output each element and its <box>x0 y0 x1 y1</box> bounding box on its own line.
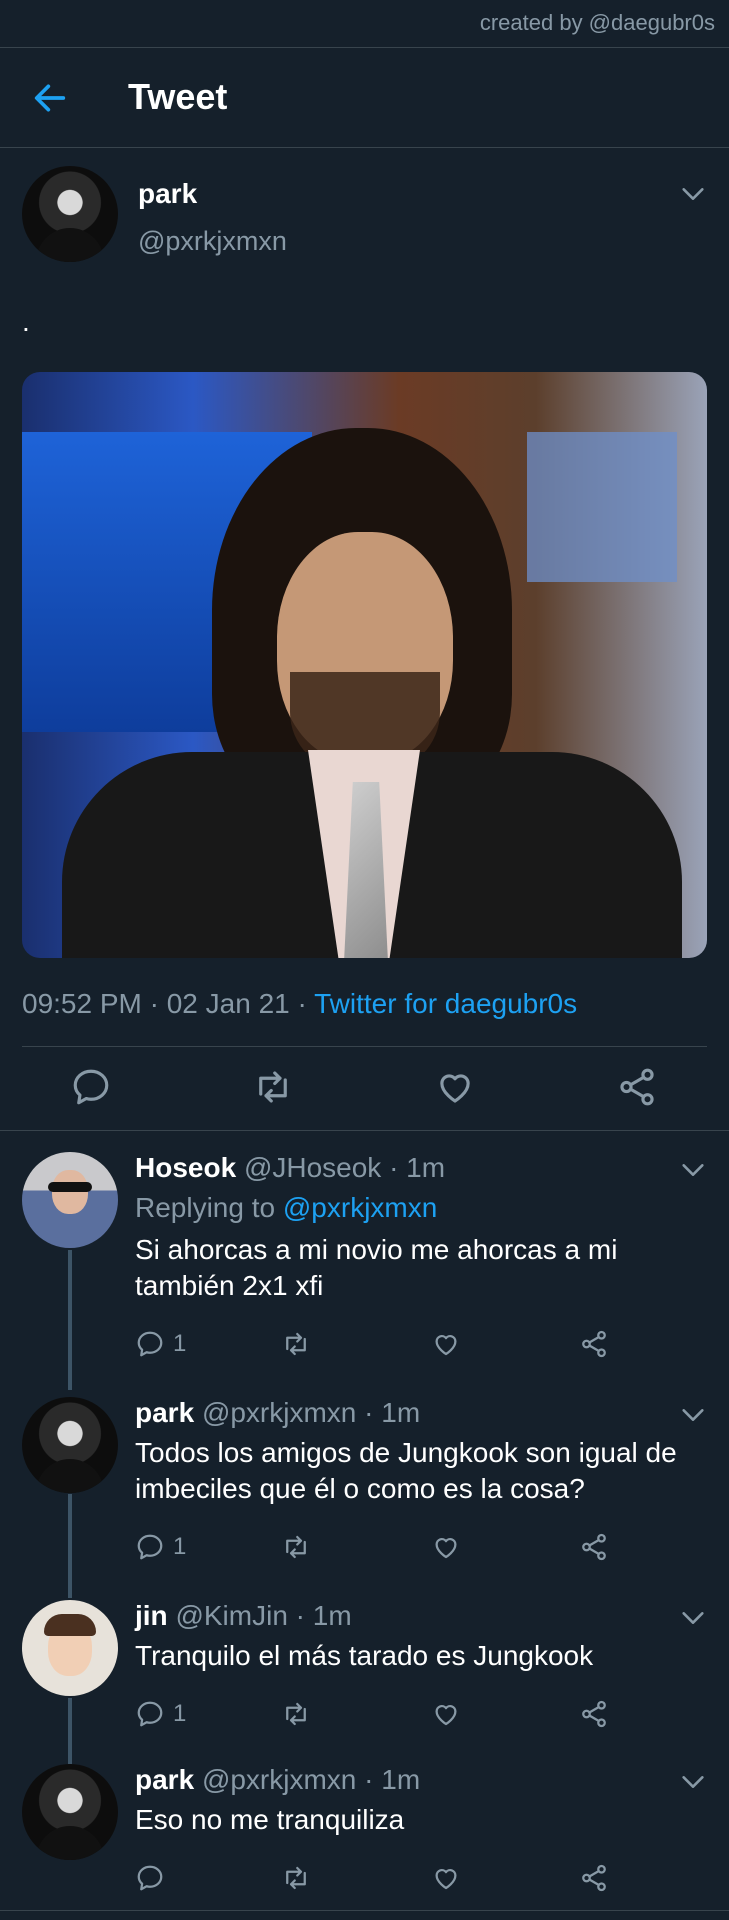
back-arrow-icon[interactable] <box>30 78 70 118</box>
retweet-button[interactable] <box>281 1326 311 1362</box>
tweet-photo[interactable] <box>22 372 707 958</box>
reply-text: Tranquilo el más tarado es Jungkook <box>135 1640 594 1671</box>
reply-button[interactable]: 1 <box>135 1326 186 1362</box>
avatar[interactable] <box>22 1764 118 1860</box>
reply-header: Hoseok @JHoseok · 1m <box>135 1152 445 1184</box>
chevron-down-icon[interactable] <box>679 1772 707 1792</box>
reply-button[interactable]: 1 <box>135 1696 186 1732</box>
reply-actions: 1 <box>135 1326 689 1366</box>
author-name[interactable]: park <box>138 178 197 210</box>
avatar[interactable] <box>22 166 118 262</box>
divider <box>0 1130 729 1131</box>
like-icon <box>431 1329 461 1359</box>
reply-author-name[interactable]: park <box>135 1764 194 1795</box>
tweet-timestamp: 09:52 PM · 02 Jan 21 · <box>22 988 315 1019</box>
reply-handle: @KimJin · 1m <box>175 1600 352 1631</box>
reply-handle: @pxrkjxmxn · 1m <box>201 1764 421 1795</box>
share-icon <box>579 1329 609 1359</box>
retweet-icon <box>281 1329 311 1359</box>
like-button[interactable] <box>431 1326 461 1362</box>
share-button[interactable] <box>579 1326 609 1362</box>
avatar[interactable] <box>22 1397 118 1493</box>
replying-label: Replying to <box>135 1192 283 1223</box>
reply-count: 1 <box>173 1700 187 1727</box>
reply-header: park @pxrkjxmxn · 1m <box>135 1397 420 1429</box>
share-icon[interactable] <box>616 1066 658 1108</box>
reply-author-name[interactable]: Hoseok <box>135 1152 236 1183</box>
page-title: Tweet <box>128 76 228 117</box>
reply-tweet[interactable]: park @pxrkjxmxn · 1m Eso no me tranquili… <box>0 1764 729 1894</box>
reply-icon <box>135 1863 165 1893</box>
retweet-button[interactable] <box>281 1696 311 1732</box>
reply-button[interactable]: 1 <box>135 1529 186 1565</box>
retweet-icon <box>281 1699 311 1729</box>
share-button[interactable] <box>579 1696 609 1732</box>
reply-actions <box>135 1860 689 1900</box>
retweet-button[interactable] <box>281 1529 311 1565</box>
reply-handle: @JHoseok · 1m <box>243 1152 446 1183</box>
replying-to: Replying to @pxrkjxmxn <box>135 1192 437 1224</box>
like-icon[interactable] <box>434 1066 476 1108</box>
retweet-icon <box>281 1863 311 1893</box>
like-icon <box>431 1863 461 1893</box>
chevron-down-icon[interactable] <box>679 184 707 204</box>
reply-text: Si ahorcas a mi novio me ahorcas a mi ta… <box>135 1234 618 1301</box>
like-icon <box>431 1532 461 1562</box>
tweet-author: park @pxrkjxmxn <box>0 148 729 278</box>
tweet-text: . <box>22 306 30 337</box>
retweet-icon <box>281 1532 311 1562</box>
chevron-down-icon[interactable] <box>679 1405 707 1425</box>
reply-icon[interactable] <box>70 1066 112 1108</box>
tweet-source-link[interactable]: Twitter for daegubr0s <box>314 988 577 1019</box>
divider <box>22 1046 707 1047</box>
chevron-down-icon[interactable] <box>679 1160 707 1180</box>
reply-text: Eso no me tranquiliza <box>135 1804 405 1835</box>
chevron-down-icon[interactable] <box>679 1608 707 1628</box>
reply-tweet[interactable]: jin @KimJin · 1m Tranquilo el más tarado… <box>0 1600 729 1730</box>
like-button[interactable] <box>431 1696 461 1732</box>
reply-icon <box>135 1699 165 1729</box>
reply-icon <box>135 1532 165 1562</box>
tweet-meta: 09:52 PM · 02 Jan 21 · Twitter for daegu… <box>22 988 577 1020</box>
share-icon <box>579 1863 609 1893</box>
author-handle[interactable]: @pxrkjxmxn <box>138 226 287 257</box>
share-icon <box>579 1532 609 1562</box>
tweet-actions <box>0 1048 729 1130</box>
reply-count: 1 <box>173 1533 187 1560</box>
reply-header: jin @KimJin · 1m <box>135 1600 352 1632</box>
reply-handle: @pxrkjxmxn · 1m <box>201 1397 421 1428</box>
top-bar: Tweet <box>0 48 729 148</box>
watermark: created by @daegubr0s <box>479 10 715 35</box>
reply-text: Todos los amigos de Jungkook son igual d… <box>135 1437 677 1504</box>
reply-actions: 1 <box>135 1696 689 1736</box>
like-icon <box>431 1699 461 1729</box>
reply-author-name[interactable]: jin <box>135 1600 168 1631</box>
like-button[interactable] <box>431 1860 461 1896</box>
reply-count: 1 <box>173 1330 187 1357</box>
reply-button[interactable] <box>135 1860 173 1896</box>
reply-author-name[interactable]: park <box>135 1397 194 1428</box>
reply-actions: 1 <box>135 1529 689 1569</box>
retweet-button[interactable] <box>281 1860 311 1896</box>
share-button[interactable] <box>579 1529 609 1565</box>
share-button[interactable] <box>579 1860 609 1896</box>
avatar[interactable] <box>22 1152 118 1248</box>
reply-tweet[interactable]: Hoseok @JHoseok · 1m Replying to @pxrkjx… <box>0 1152 729 1362</box>
reply-header: park @pxrkjxmxn · 1m <box>135 1764 420 1796</box>
retweet-icon[interactable] <box>252 1066 294 1108</box>
mention-link[interactable]: @pxrkjxmxn <box>283 1192 437 1223</box>
divider <box>0 1910 729 1911</box>
avatar[interactable] <box>22 1600 118 1696</box>
share-icon <box>579 1699 609 1729</box>
reply-icon <box>135 1329 165 1359</box>
reply-tweet[interactable]: park @pxrkjxmxn · 1m Todos los amigos de… <box>0 1397 729 1560</box>
like-button[interactable] <box>431 1529 461 1565</box>
